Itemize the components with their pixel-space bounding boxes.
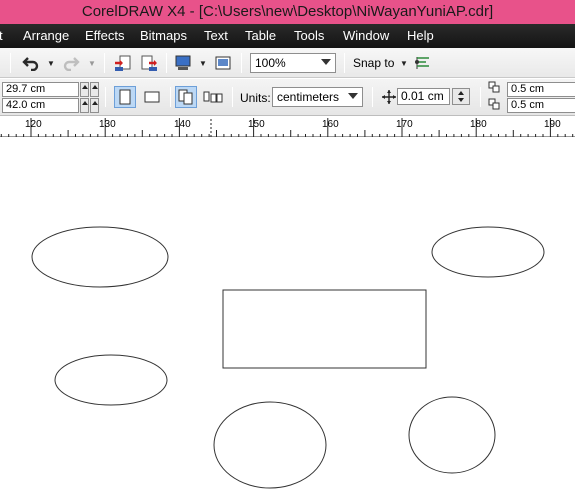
page-height-spinner-up[interactable] bbox=[90, 98, 99, 113]
ruler-label: 120 bbox=[25, 119, 42, 130]
title-bar: CorelDRAW X4 - [C:\Users\new\Desktop\NiW… bbox=[0, 0, 575, 24]
toolbar-separator bbox=[170, 87, 171, 107]
menu-item-help[interactable]: Help bbox=[407, 28, 434, 43]
menu-bar: t Arrange Effects Bitmaps Text Table Too… bbox=[0, 24, 575, 48]
page-height-spinner[interactable] bbox=[80, 98, 89, 113]
page-height-field[interactable]: 42.0 cm bbox=[2, 98, 79, 113]
page-width-field[interactable]: 29.7 cm bbox=[2, 82, 79, 97]
current-page-icon[interactable] bbox=[202, 86, 224, 108]
export-icon[interactable] bbox=[138, 52, 160, 74]
toolbar-separator bbox=[480, 87, 481, 107]
toolbar-separator bbox=[344, 53, 345, 73]
drawing-canvas-svg bbox=[31, 226, 545, 489]
zoom-level-combo[interactable]: 100% bbox=[250, 53, 336, 73]
ruler-label: 190 bbox=[544, 119, 561, 130]
application-launcher-dropdown-icon[interactable]: ▼ bbox=[199, 59, 207, 68]
ruler-label: 160 bbox=[322, 119, 339, 130]
snap-to-dropdown-icon[interactable]: ▼ bbox=[400, 59, 408, 68]
nudge-distance-field[interactable]: 0.01 cm bbox=[397, 88, 450, 105]
menu-item-effects[interactable]: Effects bbox=[85, 28, 125, 43]
rectangle-shape[interactable] bbox=[222, 289, 427, 369]
welcome-screen-icon[interactable] bbox=[212, 52, 234, 74]
menu-item-bitmaps[interactable]: Bitmaps bbox=[140, 28, 187, 43]
snap-options-icon[interactable] bbox=[412, 52, 434, 74]
duplicate-x-field[interactable]: 0.5 cm bbox=[507, 82, 575, 97]
toolbar-separator bbox=[104, 53, 105, 73]
menu-item-tools[interactable]: Tools bbox=[294, 28, 324, 43]
units-value: centimeters bbox=[277, 90, 340, 104]
undo-icon[interactable] bbox=[20, 52, 42, 74]
toolbar-separator bbox=[166, 53, 167, 73]
toolbar-separator bbox=[241, 53, 242, 73]
page-width-spinner-up[interactable] bbox=[90, 82, 99, 97]
menu-item-table[interactable]: Table bbox=[245, 28, 276, 43]
ellipse-shape[interactable] bbox=[408, 396, 496, 474]
drawing-canvas[interactable] bbox=[0, 138, 575, 502]
application-launcher-icon[interactable] bbox=[172, 52, 194, 74]
nudge-distance-spinner[interactable] bbox=[452, 88, 470, 105]
redo-icon[interactable] bbox=[60, 52, 82, 74]
ruler-label: 180 bbox=[470, 119, 487, 130]
page-width-spinner[interactable] bbox=[80, 82, 89, 97]
ruler-ticks bbox=[0, 118, 574, 137]
import-icon[interactable] bbox=[112, 52, 134, 74]
menu-item-window[interactable]: Window bbox=[343, 28, 389, 43]
menu-item-text[interactable]: Text bbox=[204, 28, 228, 43]
ruler-label: 130 bbox=[99, 119, 116, 130]
toolbar-separator bbox=[105, 87, 106, 107]
duplicate-distance-icon bbox=[487, 80, 505, 96]
toolbar-separator bbox=[372, 87, 373, 107]
ellipse-shape[interactable] bbox=[54, 354, 168, 406]
window-title: CorelDRAW X4 - [C:\Users\new\Desktop\NiW… bbox=[81, 3, 494, 20]
all-pages-icon[interactable] bbox=[175, 86, 197, 108]
ellipse-shape[interactable] bbox=[213, 401, 327, 489]
redo-dropdown-icon[interactable]: ▼ bbox=[88, 59, 96, 68]
menu-item-arrange[interactable]: Arrange bbox=[23, 28, 69, 43]
duplicate-y-field[interactable]: 0.5 cm bbox=[507, 98, 575, 113]
units-label: Units: bbox=[240, 91, 271, 105]
landscape-icon[interactable] bbox=[141, 86, 163, 108]
undo-dropdown-icon[interactable]: ▼ bbox=[47, 59, 55, 68]
ruler-label: 150 bbox=[248, 119, 265, 130]
toolbar-separator bbox=[232, 87, 233, 107]
standard-toolbar: ▼ ▼ ▼ 100% Snap to ▼ bbox=[0, 48, 575, 78]
property-bar: 29.7 cm 42.0 cm Units: centimeters 0.01 … bbox=[0, 79, 575, 116]
portrait-icon[interactable] bbox=[114, 86, 136, 108]
ruler-label: 170 bbox=[396, 119, 413, 130]
horizontal-ruler[interactable]: 120 130 140 150 160 170 180 190 bbox=[0, 117, 575, 137]
zoom-level-value: 100% bbox=[255, 56, 286, 70]
duplicate-distance-y-icon bbox=[487, 97, 505, 113]
ellipse-shape[interactable] bbox=[431, 226, 545, 278]
toolbar-separator bbox=[10, 53, 11, 73]
chevron-down-icon bbox=[321, 59, 331, 65]
snap-to-button[interactable]: Snap to bbox=[353, 56, 394, 70]
chevron-down-icon bbox=[348, 93, 358, 99]
menu-item-layout-partial[interactable]: t bbox=[0, 28, 3, 43]
ellipse-shape[interactable] bbox=[31, 226, 169, 288]
ruler-label: 140 bbox=[174, 119, 191, 130]
units-combo[interactable]: centimeters bbox=[272, 87, 363, 107]
